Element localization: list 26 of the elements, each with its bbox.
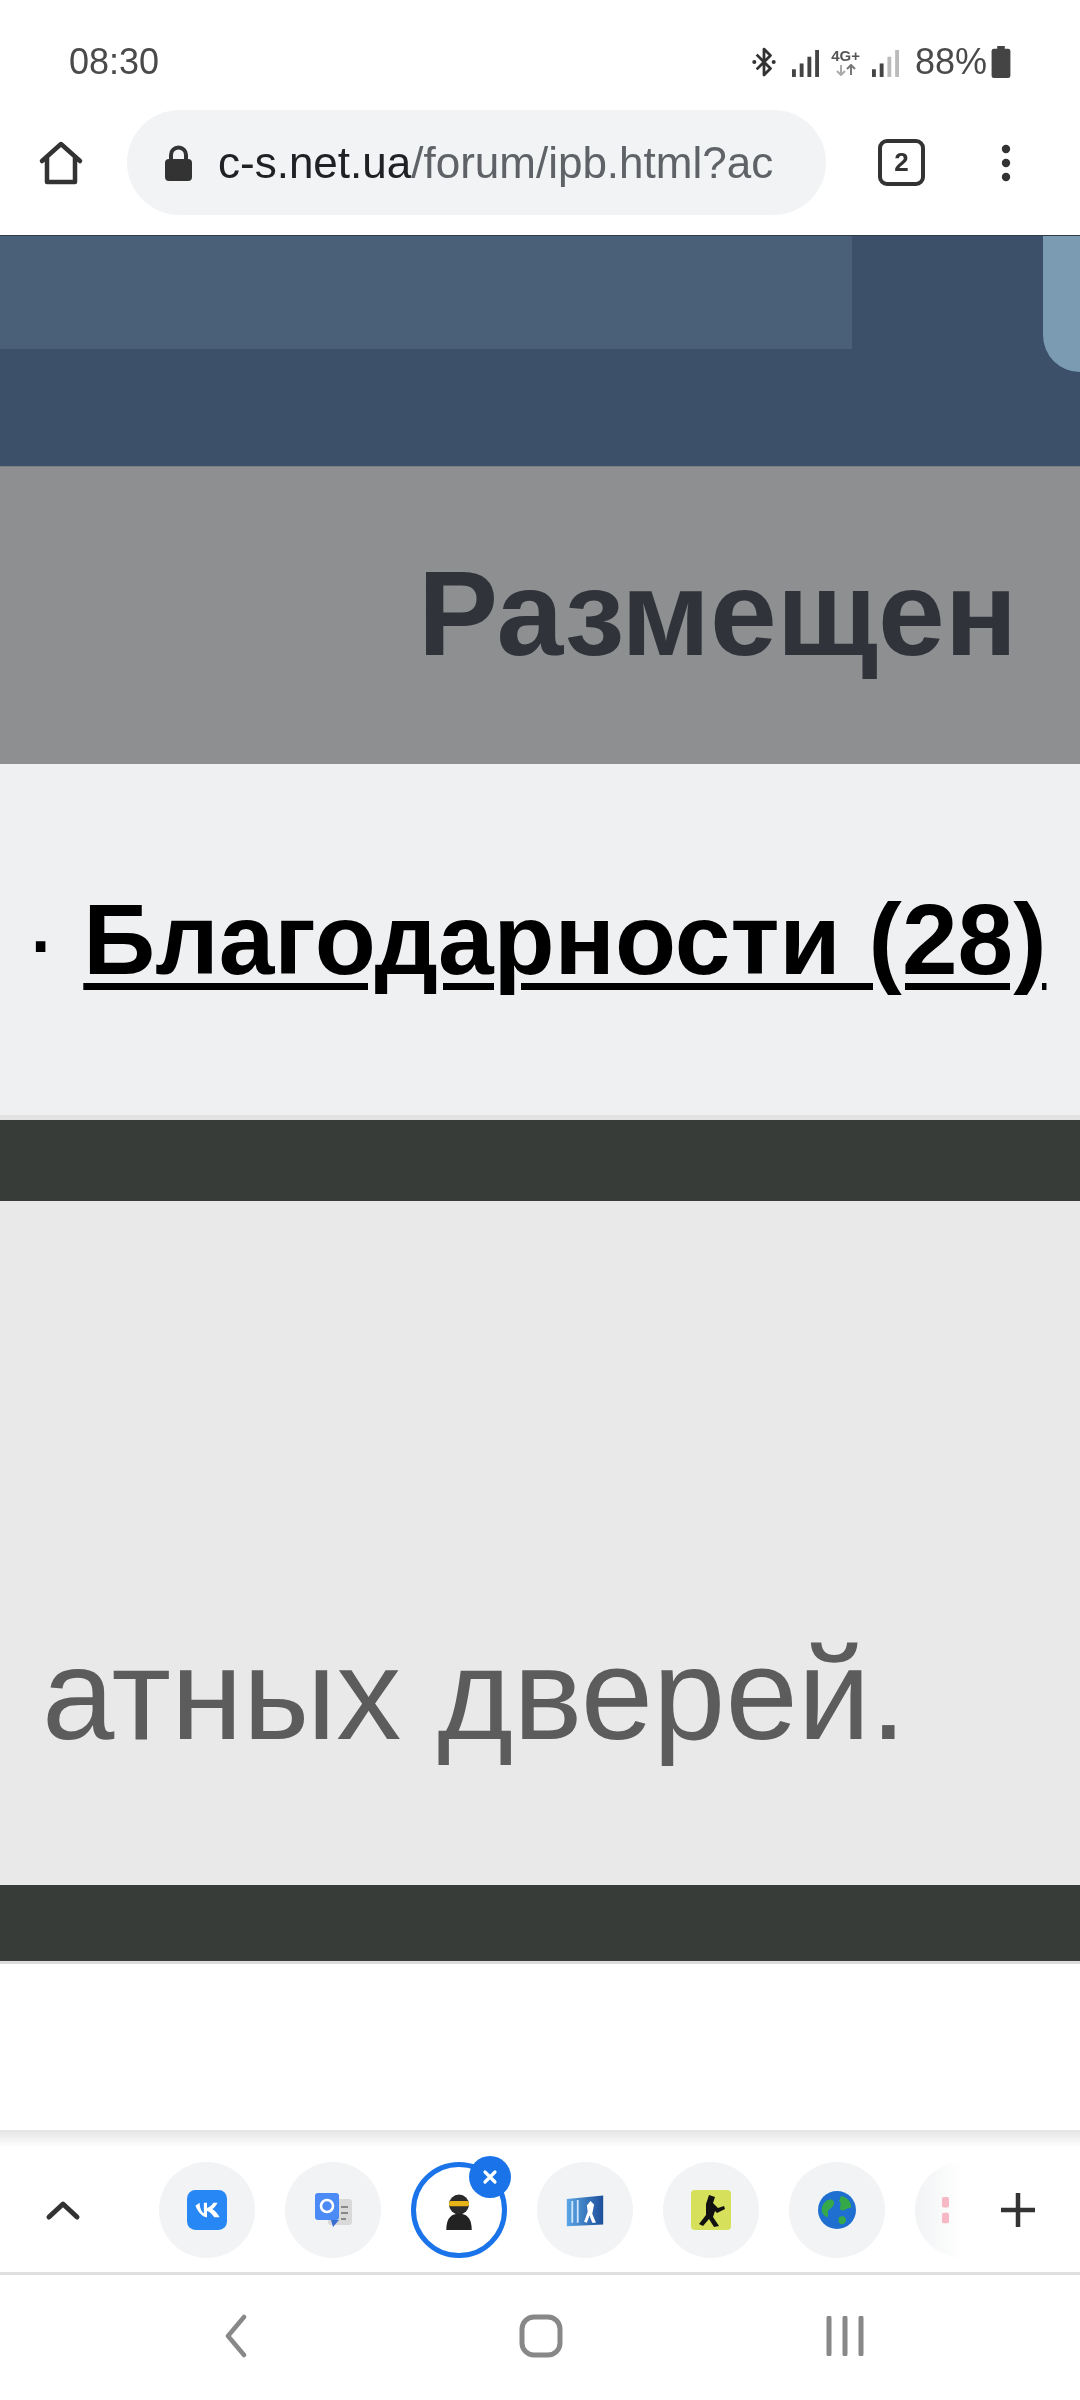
tab-switcher-button[interactable]: 2	[878, 139, 925, 186]
body-text: атных дверей.	[41, 1620, 908, 1769]
page-heading: Размещен	[418, 545, 1018, 682]
signal-icon	[792, 47, 820, 77]
chevron-up-icon[interactable]	[45, 2198, 81, 2221]
home-icon[interactable]	[38, 139, 84, 186]
app-tile-icon	[187, 2189, 227, 2230]
separator-dot: ·	[24, 882, 58, 997]
partial-favicon-icon	[942, 2195, 949, 2224]
home-button-icon[interactable]	[519, 2314, 563, 2358]
lock-icon	[164, 144, 193, 181]
close-tab-button[interactable]	[469, 2155, 511, 2198]
signal-icon	[871, 47, 899, 77]
url-text: c-s.net.ua/forum/ipb.html?ac	[218, 137, 774, 188]
battery-percent: 88%	[914, 41, 987, 83]
battery-icon	[991, 46, 1011, 78]
recent-apps-icon[interactable]	[825, 2316, 865, 2356]
back-icon[interactable]	[224, 2314, 248, 2358]
new-tab-icon[interactable]	[999, 2190, 1037, 2229]
globe-icon	[817, 2189, 857, 2230]
status-time: 08:30	[69, 41, 160, 83]
network-type: 4G+	[831, 48, 860, 64]
thanks-link[interactable]: Благодарности (28)	[79, 874, 1051, 1004]
soldier-silhouette-icon	[691, 2189, 731, 2230]
data-arrows-icon	[835, 64, 856, 76]
address-bar[interactable]: c-s.net.ua/forum/ipb.html?ac	[127, 110, 826, 215]
